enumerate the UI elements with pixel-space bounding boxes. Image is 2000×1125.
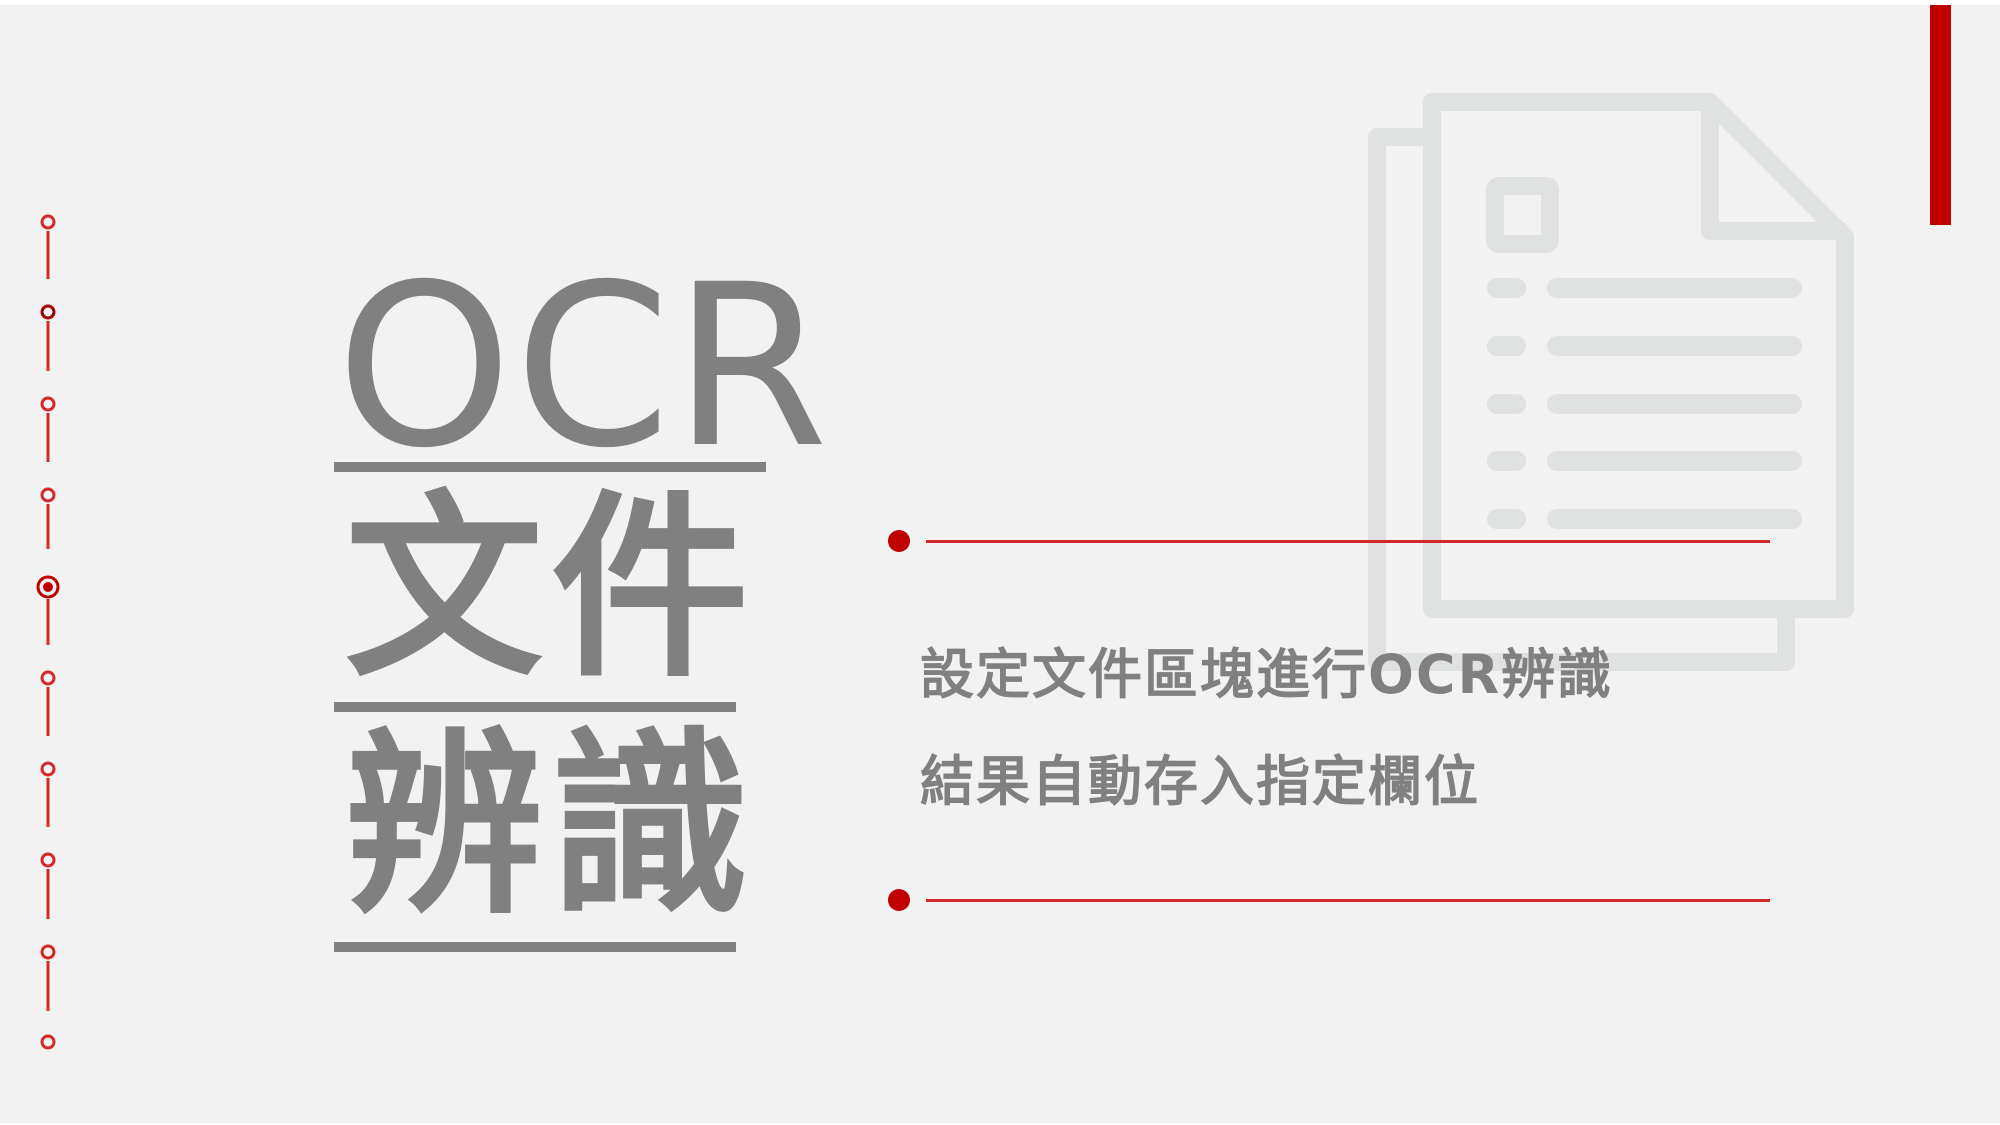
title-document: 文件 <box>345 473 757 704</box>
accent-dot <box>888 530 910 552</box>
slide: OCR 文件 辨識 設定文件區塊進行OCR辨識 結果自動存入指定欄位 <box>0 5 2000 1123</box>
top-accent-rule <box>888 529 1770 553</box>
description-line-2: 結果自動存入指定欄位 <box>920 750 1480 813</box>
accent-line <box>926 899 1770 902</box>
title-divider <box>334 942 736 952</box>
title-divider <box>334 462 766 472</box>
accent-line <box>926 540 1770 543</box>
document-stack-icon <box>1368 93 1854 671</box>
description-line-1: 設定文件區塊進行OCR辨識 <box>920 643 1614 706</box>
timeline-dots-icon <box>36 214 60 1050</box>
accent-dot <box>888 889 910 911</box>
title-ocr: OCR <box>336 236 831 497</box>
accent-bar <box>1930 5 1951 225</box>
bottom-accent-rule <box>888 888 1770 912</box>
title-recognition: 辨識 <box>345 710 757 941</box>
